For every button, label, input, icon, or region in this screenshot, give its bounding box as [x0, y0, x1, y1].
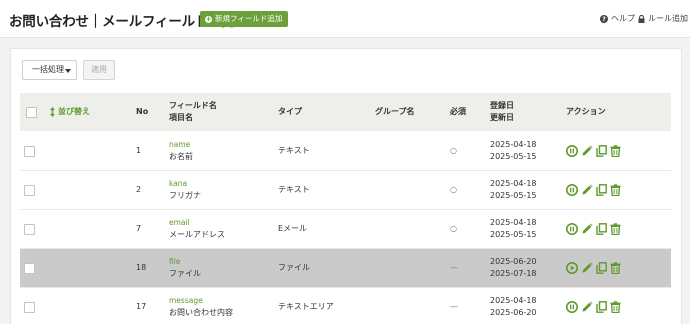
- col-field-name: フィールド名: [169, 101, 217, 110]
- sort-arrows-icon: [50, 107, 55, 117]
- row-no: 2: [136, 185, 142, 194]
- row-modified: 2025-05-15: [490, 152, 537, 161]
- trash-icon[interactable]: [610, 184, 621, 196]
- table-header: 並び替え No フィールド名 項目名 タイプ グループ名 必須 登録日 更新日 …: [20, 93, 671, 131]
- row-no: 18: [136, 263, 147, 272]
- row-type: ファイル: [278, 263, 310, 272]
- chevron-down-icon: [65, 69, 71, 73]
- pause-icon[interactable]: [566, 223, 578, 235]
- bulk-action-select[interactable]: 一括処理: [22, 60, 77, 80]
- row-modified: 2025-07-18: [490, 269, 537, 278]
- apply-button[interactable]: 適用: [83, 60, 115, 80]
- row-type: テキスト: [278, 185, 310, 194]
- pause-icon[interactable]: [566, 184, 578, 196]
- row-item-name: フリガナ: [169, 191, 201, 200]
- plus-icon: +: [205, 14, 212, 23]
- row-modified: 2025-05-15: [490, 230, 537, 239]
- top-bar: お問い合わせ｜メールフィールド一覧 + 新規フィールド追加 ? ヘルプ ルール追…: [0, 0, 690, 38]
- row-modified: 2025-05-15: [490, 191, 537, 200]
- row-created: 2025-06-20: [490, 257, 537, 266]
- row-required: ○: [450, 224, 457, 233]
- trash-icon[interactable]: [610, 301, 621, 313]
- row-checkbox[interactable]: [24, 146, 35, 157]
- row-field-name-link[interactable]: file: [169, 256, 180, 268]
- table-row: 2 kana フリガナ テキスト ○ 2025-04-18 2025-05-15: [20, 171, 671, 210]
- copy-icon[interactable]: [596, 145, 607, 157]
- row-created: 2025-04-18: [490, 140, 537, 149]
- row-checkbox[interactable]: [24, 185, 35, 196]
- row-actions: [566, 184, 621, 196]
- col-modified: 更新日: [490, 113, 514, 122]
- question-icon: ?: [600, 14, 608, 23]
- help-link[interactable]: ? ヘルプ: [600, 13, 635, 24]
- trash-icon[interactable]: [610, 145, 621, 157]
- pencil-icon[interactable]: [581, 223, 593, 235]
- row-item-name: メールアドレス: [169, 230, 225, 239]
- sort-toggle[interactable]: 並び替え: [50, 106, 90, 118]
- trash-icon[interactable]: [610, 223, 621, 235]
- row-field-name-link[interactable]: email: [169, 217, 190, 229]
- select-all-checkbox[interactable]: [26, 107, 37, 118]
- row-created: 2025-04-18: [490, 218, 537, 227]
- row-field-name-link[interactable]: message: [169, 295, 203, 307]
- row-type: Eメール: [278, 224, 308, 233]
- row-checkbox[interactable]: [24, 224, 35, 235]
- add-field-button[interactable]: + 新規フィールド追加: [200, 11, 289, 27]
- row-no: 7: [136, 224, 142, 233]
- col-item-name: 項目名: [169, 113, 193, 122]
- row-type: テキストエリア: [278, 302, 334, 311]
- row-field-name-link[interactable]: kana: [169, 178, 187, 190]
- pencil-icon[interactable]: [581, 262, 593, 274]
- row-actions: [566, 301, 621, 313]
- add-rule-link[interactable]: ルール追加: [638, 13, 688, 24]
- row-required: ○: [450, 146, 457, 155]
- add-field-label: 新規フィールド追加: [215, 14, 283, 23]
- bulk-action-value: 一括処理: [32, 65, 64, 74]
- table-row: 18 file ファイル ファイル —2025-06-20 2025-07-18: [20, 249, 671, 288]
- play-icon[interactable]: [566, 262, 578, 274]
- copy-icon[interactable]: [596, 262, 607, 274]
- pause-icon[interactable]: [566, 301, 578, 313]
- row-modified: 2025-06-20: [490, 308, 537, 317]
- row-actions: [566, 145, 621, 157]
- row-type: テキスト: [278, 146, 310, 155]
- row-field-name-link[interactable]: name: [169, 139, 190, 151]
- row-actions: [566, 223, 621, 235]
- table-row: 7 email メールアドレス Eメール ○ 2025-04-18 2025-05-15: [20, 210, 671, 249]
- row-no: 17: [136, 302, 147, 311]
- row-item-name: お問い合わせ内容: [169, 308, 233, 317]
- col-type: タイプ: [278, 107, 302, 116]
- row-item-name: お名前: [169, 152, 193, 161]
- pencil-icon[interactable]: [581, 184, 593, 196]
- help-label: ヘルプ: [611, 14, 635, 23]
- row-checkbox[interactable]: [24, 302, 35, 313]
- row-required: ○: [450, 185, 457, 194]
- copy-icon[interactable]: [596, 184, 607, 196]
- sort-label: 並び替え: [58, 107, 90, 116]
- row-item-name: ファイル: [169, 269, 201, 278]
- row-created: 2025-04-18: [490, 296, 537, 305]
- table-row: 17 message お問い合わせ内容 テキストエリア — 2025-04-18 2025-…: [20, 288, 671, 324]
- lock-icon: [638, 14, 645, 23]
- copy-icon[interactable]: [596, 223, 607, 235]
- copy-icon[interactable]: [596, 301, 607, 313]
- trash-icon[interactable]: [610, 262, 621, 274]
- row-required: —: [450, 302, 458, 311]
- row-created: 2025-04-18: [490, 179, 537, 188]
- col-required: 必須: [450, 107, 466, 116]
- pencil-icon[interactable]: [581, 145, 593, 157]
- row-required: —: [450, 263, 458, 272]
- table-row: 1 name お名前 テキスト ○ 2025-04-18 2025-05-15: [20, 132, 671, 171]
- add-rule-label: ルール追加: [648, 14, 688, 23]
- col-group: グループ名: [375, 107, 415, 116]
- pause-icon[interactable]: [566, 145, 578, 157]
- col-created: 登録日: [490, 101, 514, 110]
- pencil-icon[interactable]: [581, 301, 593, 313]
- row-no: 1: [136, 146, 142, 155]
- col-no: No: [136, 107, 149, 116]
- row-actions: [566, 262, 621, 274]
- col-actions: アクション: [566, 107, 606, 116]
- row-checkbox[interactable]: [24, 263, 35, 274]
